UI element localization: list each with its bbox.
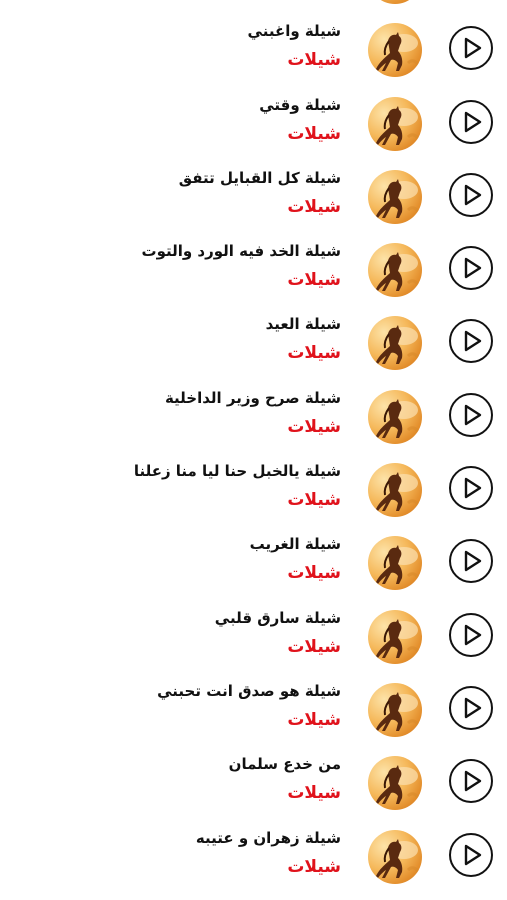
horse-thumbnail xyxy=(368,169,422,224)
play-button[interactable] xyxy=(449,612,493,657)
horse-thumbnail xyxy=(368,682,422,737)
track-category: شيلات xyxy=(287,123,341,144)
play-icon xyxy=(464,404,482,425)
list-item[interactable]: شيلات xyxy=(0,0,507,12)
track-title: شيلة الغريب xyxy=(249,535,341,554)
list-item[interactable]: شيلة يالخبل حنا ليا منا زعلنا شيلات xyxy=(0,452,507,525)
track-category: شيلات xyxy=(287,636,341,657)
track-title: شيلة وقتي xyxy=(259,95,341,114)
horse-thumbnail xyxy=(368,389,422,444)
list-item[interactable]: شيلة واغبني شيلات xyxy=(0,12,507,85)
play-button[interactable] xyxy=(449,539,493,584)
track-title: شيلة صرح وزير الداخلية xyxy=(164,388,341,407)
horse-thumbnail xyxy=(368,316,422,371)
track-title: شيلة واغبني xyxy=(247,22,341,41)
track-category: شيلات xyxy=(287,783,341,804)
play-icon xyxy=(464,331,482,352)
track-title: شيلة كل القبايل تتفق xyxy=(178,168,341,187)
play-icon xyxy=(464,111,482,132)
track-category: شيلات xyxy=(287,270,341,291)
horse-thumbnail xyxy=(368,0,422,4)
play-button[interactable] xyxy=(449,26,493,71)
track-title: شيلة سارق قلبي xyxy=(214,608,341,627)
play-icon xyxy=(464,697,482,719)
horse-thumbnail xyxy=(368,243,422,298)
list-item[interactable]: شيلة العيد شيلات xyxy=(0,305,507,378)
track-title: شيلة الخد فيه الورد والتوت xyxy=(141,242,341,261)
list-item[interactable]: شيلة وقتي شيلات xyxy=(0,86,507,159)
play-icon xyxy=(464,184,482,206)
track-category: شيلات xyxy=(287,490,341,511)
play-icon xyxy=(464,771,482,792)
play-button[interactable] xyxy=(449,246,493,291)
play-icon xyxy=(464,624,482,645)
play-button[interactable] xyxy=(449,685,493,730)
play-icon xyxy=(464,844,482,865)
play-button[interactable] xyxy=(449,832,493,877)
list-item[interactable]: شيلة الخد فيه الورد والتوت شيلات xyxy=(0,232,507,305)
track-title: شيلة هو صدق انت تحبني xyxy=(157,681,341,700)
play-icon xyxy=(464,477,482,499)
track-category: شيلات xyxy=(287,856,341,877)
track-title: من خدع سلمان xyxy=(228,755,341,774)
list-item[interactable]: شيلة هو صدق انت تحبني شيلات xyxy=(0,672,507,745)
track-category: شيلات xyxy=(287,563,341,584)
list-item[interactable]: شيلة زهران و عتيبه شيلات xyxy=(0,819,507,892)
list-item[interactable]: من خدع سلمان شيلات xyxy=(0,745,507,818)
play-icon xyxy=(464,551,482,572)
play-button[interactable] xyxy=(449,466,493,511)
list-item[interactable]: شيلة كل القبايل تتفق شيلات xyxy=(0,159,507,232)
track-category: شيلات xyxy=(287,343,341,364)
horse-thumbnail xyxy=(368,463,422,518)
track-category: شيلات xyxy=(287,196,341,217)
track-category: شيلات xyxy=(287,50,341,71)
play-button[interactable] xyxy=(449,759,493,804)
horse-thumbnail xyxy=(368,829,422,884)
list-item[interactable]: شيلة صرح وزير الداخلية شيلات xyxy=(0,379,507,452)
track-title: شيلة زهران و عتيبه xyxy=(195,828,341,847)
play-icon xyxy=(464,38,482,59)
play-icon xyxy=(464,257,482,279)
horse-thumbnail xyxy=(368,756,422,811)
track-title: شيلة يالخبل حنا ليا منا زعلنا xyxy=(133,462,341,481)
list-item[interactable]: شيلة الغريب شيلات xyxy=(0,525,507,598)
horse-thumbnail xyxy=(368,609,422,664)
play-button[interactable] xyxy=(449,172,493,217)
horse-thumbnail xyxy=(368,23,422,78)
track-category: شيلات xyxy=(287,709,341,730)
track-category: شيلات xyxy=(287,416,341,437)
play-button[interactable] xyxy=(449,392,493,437)
play-button[interactable] xyxy=(449,99,493,144)
horse-thumbnail xyxy=(368,536,422,591)
horse-thumbnail xyxy=(368,96,422,151)
play-button[interactable] xyxy=(449,319,493,364)
track-title: شيلة العيد xyxy=(265,315,341,334)
track-list: شيلاتشيلة واغبنيشيلاتشيلة وقتيشيلاتشيلة … xyxy=(0,0,507,892)
list-item[interactable]: شيلة سارق قلبي شيلات xyxy=(0,599,507,672)
